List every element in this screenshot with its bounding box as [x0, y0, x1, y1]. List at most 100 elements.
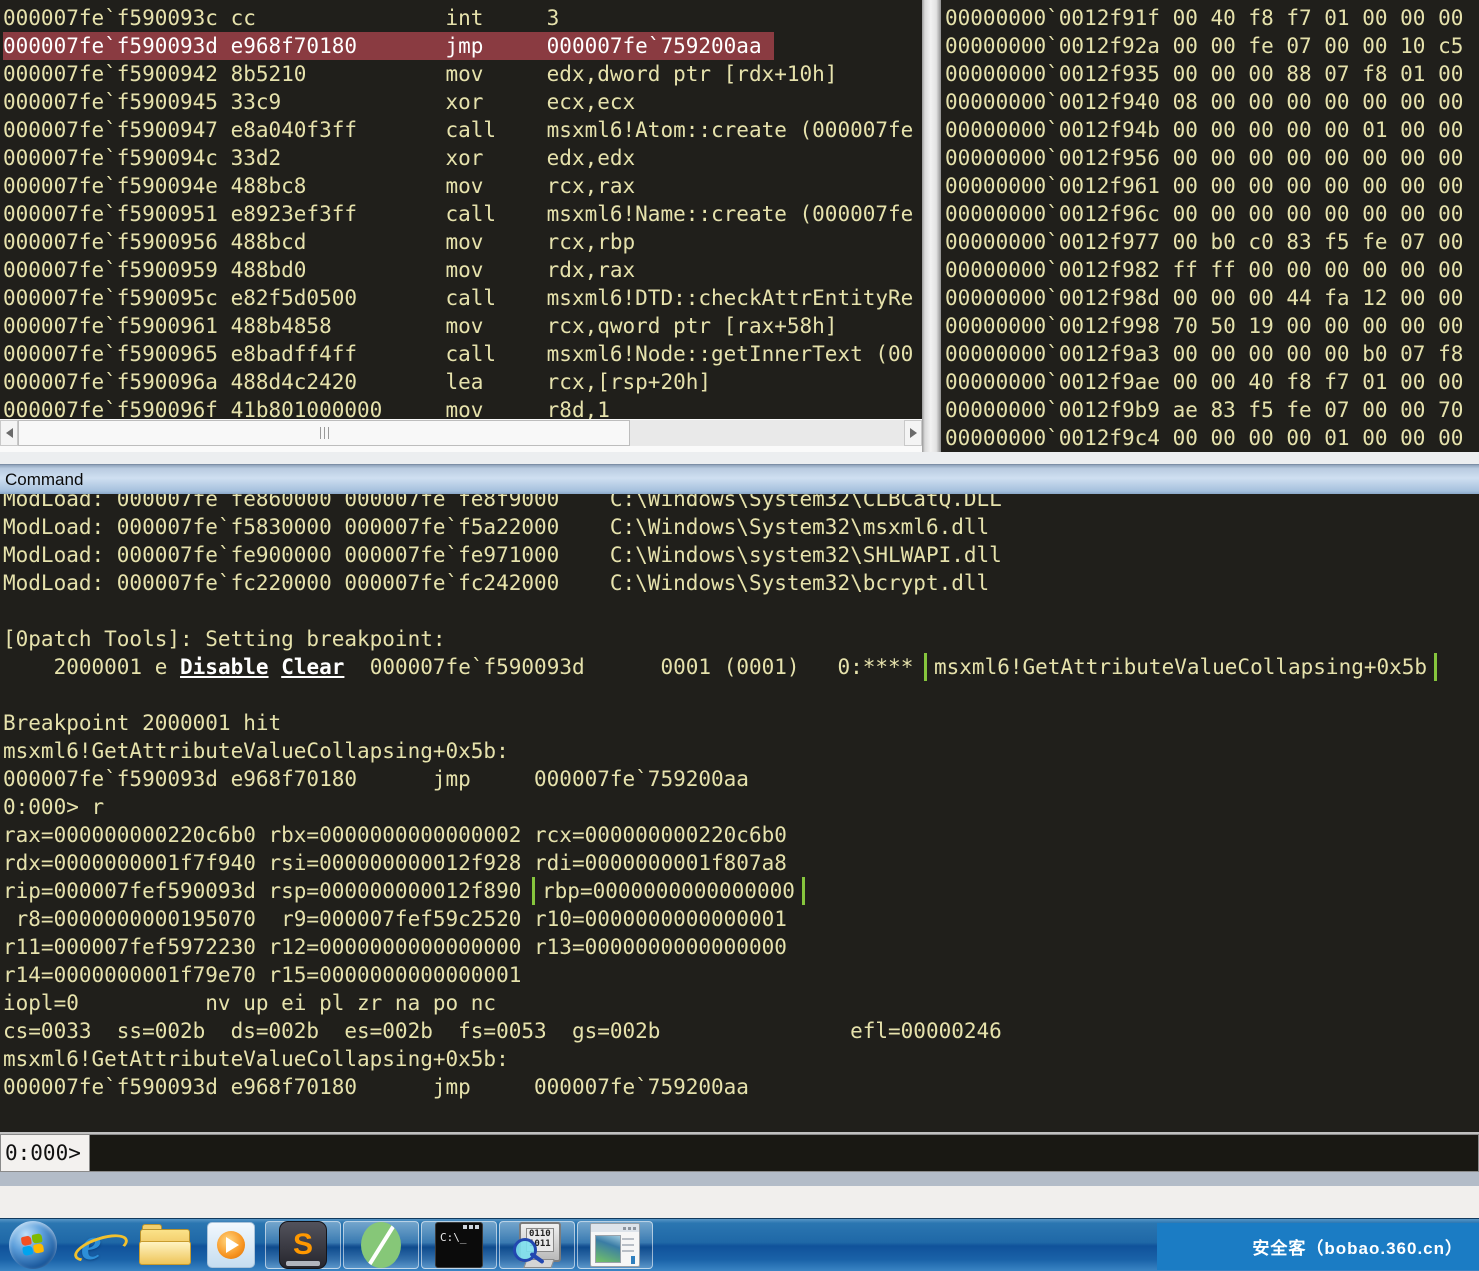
command-line: rdx=0000000001f7f940 rsi=000000000012f92… — [3, 849, 1479, 877]
memory-row: 00000000`0012f940 08 00 00 00 00 00 00 0… — [945, 88, 1479, 116]
scroll-left-arrow-icon[interactable] — [0, 420, 18, 446]
internet-explorer-icon: e — [73, 1221, 125, 1269]
taskbar-item-windbg[interactable]: 01101011 — [499, 1221, 575, 1269]
disasm-row-text: 000007fe`f590094c 33d2 xor edx,edx — [3, 146, 635, 170]
taskbar-item-app-window[interactable] — [577, 1221, 653, 1269]
taskbar-item-media-player[interactable] — [198, 1220, 264, 1270]
memory-row: 00000000`0012f9a3 00 00 00 00 00 b0 07 f… — [945, 340, 1479, 368]
scrollbar-thumb[interactable] — [18, 420, 630, 446]
command-output: ModLoad: 000007fe`fe860000 000007fe`fe8f… — [0, 494, 1479, 1132]
command-line: r14=0000000001f79e70 r15=000000000000000… — [3, 961, 1479, 989]
pane-splitter[interactable] — [922, 0, 941, 452]
memory-row: 00000000`0012f9b9 ae 83 f5 fe 07 00 00 7… — [945, 396, 1479, 424]
taskbar-item-green-app[interactable] — [343, 1221, 419, 1269]
taskbar-item-internet-explorer[interactable]: e — [66, 1220, 132, 1270]
disasm-row: 000007fe`f590094c 33d2 xor edx,edx — [3, 144, 922, 172]
windbg-screen: 000007fe`f590093c cc int 3000007fe`f5900… — [0, 0, 1479, 1271]
memory-row: 00000000`0012f9c4 00 00 00 00 01 00 00 0… — [945, 424, 1479, 452]
disasm-row: 000007fe`f5900945 33c9 xor ecx,ecx — [3, 88, 922, 116]
memory-rows: 00000000`0012f91f 00 40 f8 f7 01 00 00 0… — [941, 0, 1479, 452]
command-line: msxml6!GetAttributeValueCollapsing+0x5b: — [3, 1045, 1479, 1073]
disasm-row-text: 000007fe`f590096a 488d4c2420 lea rcx,[rs… — [3, 370, 711, 394]
command-line: ModLoad: 000007fe`fe860000 000007fe`fe8f… — [3, 494, 1479, 513]
memory-pane: 00000000`0012f91f 00 40 f8 f7 01 00 00 0… — [941, 0, 1479, 452]
disasm-row-text: 000007fe`f5900951 e8923ef3ff call msxml6… — [3, 202, 913, 226]
play-icon — [226, 1237, 239, 1253]
command-line — [3, 681, 1479, 709]
command-line: r8=0000000000195070 r9=000007fef59c2520 … — [3, 905, 1479, 933]
scroll-right-arrow-icon[interactable] — [904, 420, 922, 446]
command-line: 000007fe`f590093d e968f70180 jmp 000007f… — [3, 765, 1479, 793]
memory-row: 00000000`0012f998 70 50 19 00 00 00 00 0… — [945, 312, 1479, 340]
disasm-row-text: 000007fe`f590095c e82f5d0500 call msxml6… — [3, 286, 913, 310]
disassembly-rows: 000007fe`f590093c cc int 3000007fe`f5900… — [0, 0, 922, 424]
memory-row: 00000000`0012f956 00 00 00 00 00 00 00 0… — [945, 144, 1479, 172]
frame-strip — [0, 452, 1479, 464]
disasm-row-text: 000007fe`f5900945 33c9 xor ecx,ecx — [3, 90, 635, 114]
command-line: 000007fe`f590093d e968f70180 jmp 000007f… — [3, 1073, 1479, 1101]
memory-row: 00000000`0012f98d 00 00 00 44 fa 12 00 0… — [945, 284, 1479, 312]
command-line: rax=000000000220c6b0 rbx=000000000000000… — [3, 821, 1479, 849]
command-lines: ModLoad: 000007fe`fe860000 000007fe`fe8f… — [0, 494, 1479, 1101]
disassembly-pane: 000007fe`f590093c cc int 3000007fe`f5900… — [0, 0, 922, 452]
taskbar-item-sublime-text[interactable]: S — [265, 1221, 341, 1269]
dml-link-clear[interactable]: Clear — [281, 655, 344, 679]
disasm-row: 000007fe`f5900947 e8a040f3ff call msxml6… — [3, 116, 922, 144]
command-text: 000007fe`f590093d 0001 (0001) 0:**** — [344, 655, 926, 679]
start-button[interactable] — [0, 1220, 66, 1270]
command-line: iopl=0 nv up ei pl zr na po nc — [3, 989, 1479, 1017]
disasm-row-text: 000007fe`f5900947 e8a040f3ff call msxml6… — [3, 118, 913, 142]
disasm-row: 000007fe`f5900956 488bcd mov rcx,rbp — [3, 228, 922, 256]
memory-row: 00000000`0012f935 00 00 00 88 07 f8 01 0… — [945, 60, 1479, 88]
memory-row: 00000000`0012f96c 00 00 00 00 00 00 00 0… — [945, 200, 1479, 228]
disasm-row: 000007fe`f5900965 e8badff4ff call msxml6… — [3, 340, 922, 368]
command-line — [3, 597, 1479, 625]
command-line: Breakpoint 2000001 hit — [3, 709, 1479, 737]
disasm-row-text: 000007fe`f5900961 488b4858 mov rcx,qword… — [3, 314, 837, 338]
command-line: r11=000007fef5972230 r12=000000000000000… — [3, 933, 1479, 961]
command-line: ModLoad: 000007fe`fe900000 000007fe`fe97… — [3, 541, 1479, 569]
taskbar: e S C:\_ — [0, 1218, 1479, 1271]
disasm-row-text: 000007fe`f590094e 488bc8 mov rcx,rax — [3, 174, 635, 198]
sublime-text-icon: S — [279, 1221, 327, 1269]
disasm-row: 000007fe`f590093d e968f70180 jmp 000007f… — [3, 32, 922, 60]
command-text: rip=000007fef590093d rsp=000000000012f89… — [3, 879, 534, 903]
green-annotation-box: rbp=0000000000000000 — [532, 877, 805, 905]
command-text: 2000001 e — [3, 655, 180, 679]
statusbar-strip — [0, 1172, 1479, 1186]
memory-row: 00000000`0012f961 00 00 00 00 00 00 00 0… — [945, 172, 1479, 200]
disasm-row: 000007fe`f590095c e82f5d0500 call msxml6… — [3, 284, 922, 312]
memory-row: 00000000`0012f9ae 00 00 40 f8 f7 01 00 0… — [945, 368, 1479, 396]
green-annotation-box: msxml6!GetAttributeValueCollapsing+0x5b — [924, 653, 1437, 681]
media-player-icon — [207, 1222, 255, 1268]
command-line: msxml6!GetAttributeValueCollapsing+0x5b: — [3, 737, 1479, 765]
horizontal-scrollbar[interactable] — [0, 419, 922, 446]
command-line: ModLoad: 000007fe`f5830000 000007fe`f5a2… — [3, 513, 1479, 541]
taskbar-item-windows-explorer[interactable] — [132, 1220, 198, 1270]
disasm-row: 000007fe`f5900951 e8923ef3ff call msxml6… — [3, 200, 922, 228]
memory-row: 00000000`0012f92a 00 00 fe 07 00 00 10 c… — [945, 32, 1479, 60]
prompt-label: 0:000> — [0, 1134, 90, 1172]
command-line: cs=0033 ss=002b ds=002b es=002b fs=0053 … — [3, 1017, 1479, 1045]
windbg-icon: 01101011 — [513, 1222, 561, 1268]
command-text — [269, 655, 282, 679]
command-line: rip=000007fef590093d rsp=000000000012f89… — [3, 877, 1479, 905]
command-line: ModLoad: 000007fe`fc220000 000007fe`fc24… — [3, 569, 1479, 597]
memory-row: 00000000`0012f91f 00 40 f8 f7 01 00 00 0… — [945, 4, 1479, 32]
command-pane-title: Command — [0, 464, 1479, 494]
watermark-text: 安全客（bobao.360.cn） — [1157, 1223, 1479, 1270]
taskbar-item-command-prompt[interactable]: C:\_ — [421, 1221, 497, 1269]
disasm-row: 000007fe`f5900959 488bd0 mov rdx,rax — [3, 256, 922, 284]
disasm-row: 000007fe`f590096a 488d4c2420 lea rcx,[rs… — [3, 368, 922, 396]
memory-row: 00000000`0012f982 ff ff 00 00 00 00 00 0… — [945, 256, 1479, 284]
command-prompt-icon: C:\_ — [435, 1222, 483, 1268]
memory-row: 00000000`0012f94b 00 00 00 00 00 01 00 0… — [945, 116, 1479, 144]
disasm-row-text: 000007fe`f5900942 8b5210 mov edx,dword p… — [3, 62, 837, 86]
command-input[interactable] — [90, 1134, 1479, 1172]
command-line: 0:000> r — [3, 793, 1479, 821]
disasm-row-text: 000007fe`f5900959 488bd0 mov rdx,rax — [3, 258, 635, 282]
dml-link-disable[interactable]: Disable — [180, 655, 269, 679]
window-bottom-strip — [0, 1186, 1479, 1218]
disasm-row-text: 000007fe`f5900956 488bcd mov rcx,rbp — [3, 230, 635, 254]
disasm-row: 000007fe`f590093c cc int 3 — [3, 4, 922, 32]
